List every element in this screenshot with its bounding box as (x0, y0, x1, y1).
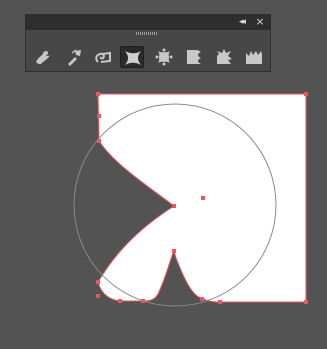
artboard-canvas[interactable] (0, 0, 327, 349)
